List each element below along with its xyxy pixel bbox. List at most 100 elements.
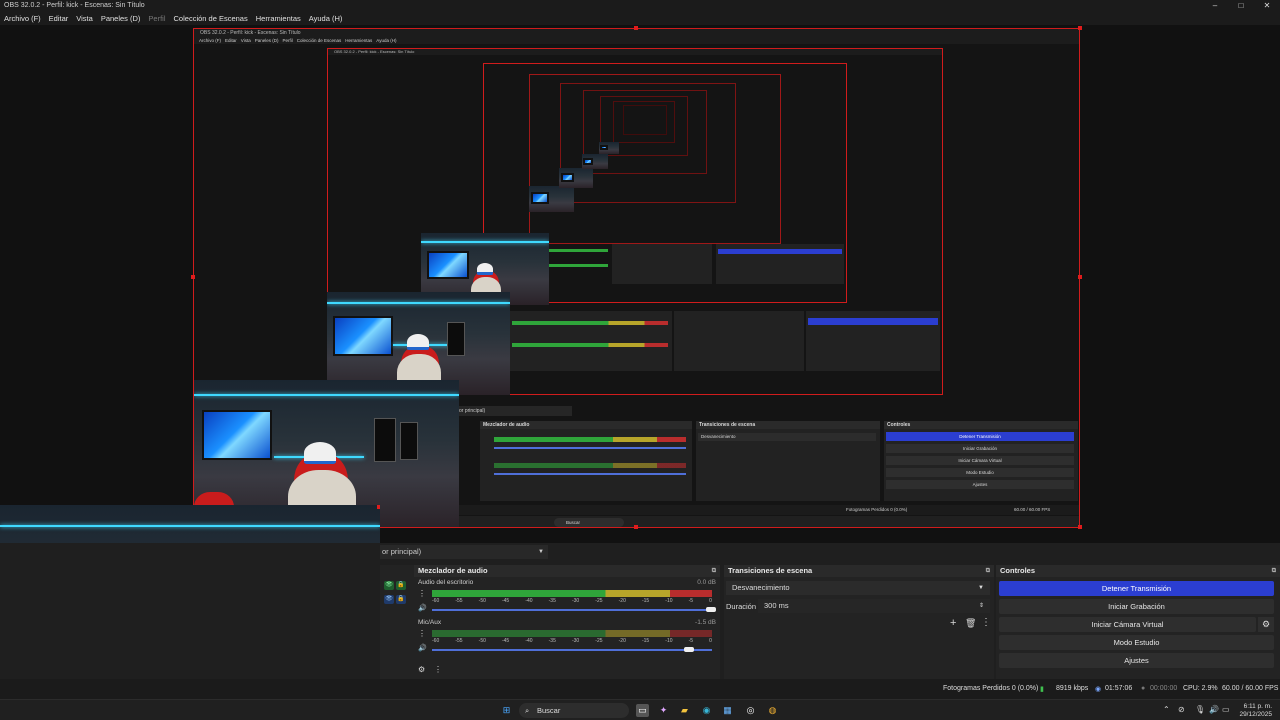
resize-handle[interactable] xyxy=(634,26,638,30)
more-options-icon[interactable]: ⋮ xyxy=(418,629,426,638)
volume-slider[interactable] xyxy=(432,649,712,651)
duration-spinbox[interactable]: 300 ms ⇕ xyxy=(758,599,990,613)
mixer-channel-mic: Mic/Aux -1.5 dB ⋮ -60 -55 -50 -45 -40 -35 -30-… xyxy=(418,619,716,659)
clock-date: 29/12/2025 xyxy=(1239,710,1272,718)
eye-icon[interactable]: 👁 xyxy=(384,581,394,590)
spin-arrows-icon[interactable]: ⇕ xyxy=(979,599,984,613)
meter-tick-label: -35 xyxy=(548,638,556,644)
transition-select[interactable]: Desvanecimiento ▼ xyxy=(726,581,990,595)
channel-name: Audio del escritorio xyxy=(418,579,474,586)
channel-db: 0.0 dB xyxy=(697,579,716,586)
windows-start-icon[interactable]: ⊞ xyxy=(500,704,513,717)
audio-mixer-dock: Mezclador de audio ⧉ Audio del escritori… xyxy=(414,565,720,679)
menu-edit[interactable]: Editar xyxy=(45,14,73,23)
popout-icon[interactable]: ⧉ xyxy=(712,565,716,577)
preview-canvas[interactable]: OBS 32.0.2 - Perfil: kick - Escenas: Sin… xyxy=(0,25,1280,720)
taskbar-search[interactable]: ⌕ Buscar xyxy=(519,703,629,718)
resize-handle[interactable] xyxy=(1078,275,1082,279)
meter-tick-label: -50 xyxy=(478,598,486,604)
meter-tick-label: -20 xyxy=(618,598,626,604)
battery-icon[interactable]: ▭ xyxy=(1222,705,1230,714)
volume-slider[interactable] xyxy=(432,609,712,611)
menu-docks[interactable]: Paneles (D) xyxy=(97,14,145,23)
meter-tick-label: -15 xyxy=(641,638,650,644)
meter-tick-label: -35 xyxy=(548,598,556,604)
bitrate: 8919 kbps xyxy=(1056,685,1089,692)
duration-label: Duración xyxy=(726,602,757,611)
close-button[interactable]: ✕ xyxy=(1254,0,1280,11)
volume-slider-knob[interactable] xyxy=(706,607,716,612)
obs-icon[interactable]: ◎ xyxy=(744,704,757,717)
meter-tick-label: -60 xyxy=(432,598,440,604)
window-title: OBS 32.0.2 - Perfil: kick - Escenas: Sin… xyxy=(4,2,145,9)
copilot-icon[interactable]: ✦ xyxy=(657,704,670,717)
dock-header: Controles ⧉ xyxy=(996,565,1280,577)
meter-tick-label: -25 xyxy=(595,598,603,604)
meter-tick-label: -15 xyxy=(641,598,650,604)
task-view-icon[interactable]: ▭ xyxy=(636,704,649,717)
minimize-button[interactable]: – xyxy=(1202,0,1228,11)
start-recording-button[interactable]: Iniciar Grabación xyxy=(999,599,1274,614)
lock-icon[interactable]: 🔒 xyxy=(396,595,406,604)
mixer-title: Mezclador de audio xyxy=(418,566,488,575)
folder-icon[interactable]: ▰ xyxy=(678,704,691,717)
popout-icon[interactable]: ⧉ xyxy=(1272,565,1276,577)
nested-menu: Archivo (F) Editar Vista Paneles (D) Perfil C… xyxy=(194,37,1079,44)
resize-handle[interactable] xyxy=(191,275,195,279)
resize-handle[interactable] xyxy=(634,525,638,529)
speaker-icon[interactable]: 🔊 xyxy=(1209,705,1219,714)
menu-profile[interactable]: Perfil xyxy=(144,14,169,23)
edge-icon[interactable]: ◉ xyxy=(700,704,713,717)
chevron-down-icon: ▼ xyxy=(978,585,984,591)
clock[interactable]: 6:11 p. m. 29/12/2025 xyxy=(1239,703,1272,718)
scene-transitions-dock: Transiciones de escena ⧉ Desvanecimiento… xyxy=(724,565,994,679)
menu-scene-collection[interactable]: Colección de Escenas xyxy=(170,14,252,23)
nested-controls: Controles Detener Transmisión Iniciar Gr… xyxy=(884,421,1078,501)
chrome-icon[interactable]: ◍ xyxy=(766,704,779,717)
fps: 60.00 / 60.00 FPS xyxy=(1222,685,1279,692)
meter-tick-label: -40 xyxy=(525,598,533,604)
speaker-icon[interactable]: 🔊 xyxy=(418,644,427,652)
nested-capture-1[interactable]: OBS 32.0.2 - Perfil: kick - Escenas: Sin… xyxy=(193,28,1080,528)
dock-header: Transiciones de escena ⧉ xyxy=(724,565,994,577)
more-options-icon[interactable]: ⋮ xyxy=(418,589,426,598)
popout-icon[interactable]: ⧉ xyxy=(986,565,990,577)
chevron-up-icon[interactable]: ⌃ xyxy=(1163,705,1170,714)
start-virtual-camera-button[interactable]: Iniciar Cámara Virtual xyxy=(999,617,1256,632)
meter-tick-label: 0 xyxy=(709,598,712,604)
mixer-menu-icon[interactable]: ⋮ xyxy=(434,665,442,674)
eye-icon[interactable]: 👁 xyxy=(384,595,394,604)
maximize-button[interactable]: □ xyxy=(1228,0,1254,11)
microphone-icon[interactable]: 🎙 xyxy=(1195,705,1205,714)
resize-handle[interactable] xyxy=(1078,26,1082,30)
stop-stream-button[interactable]: Detener Transmisión xyxy=(999,581,1274,596)
add-icon[interactable]: + xyxy=(950,617,956,629)
lock-icon[interactable]: 🔒 xyxy=(396,581,406,590)
clock-time: 6:11 p. m. xyxy=(1243,703,1272,710)
meter-tick-label: -55 xyxy=(455,638,463,644)
gear-icon[interactable]: ⚙ xyxy=(1258,617,1274,632)
menu-file[interactable]: Archivo (F) xyxy=(0,14,45,23)
volume-meter xyxy=(432,630,712,637)
more-options-icon[interactable]: ⋮ xyxy=(981,617,991,628)
menu-tools[interactable]: Herramientas xyxy=(252,14,305,23)
speaker-icon[interactable]: 🔊 xyxy=(418,604,427,612)
meter-tick-label: -10 xyxy=(665,638,673,644)
meter-tick-label: -30 xyxy=(571,598,580,604)
menu-help[interactable]: Ayuda (H) xyxy=(305,14,347,23)
trash-icon[interactable]: 🗑 xyxy=(965,618,976,629)
signal-icon: ▮ xyxy=(1040,686,1044,693)
network-icon[interactable]: ⊘ xyxy=(1178,705,1185,714)
store-icon[interactable]: ▦ xyxy=(721,704,734,717)
volume-slider-knob[interactable] xyxy=(684,647,694,652)
stream-time: 01:57:06 xyxy=(1105,685,1133,692)
meter-tick-label: -45 xyxy=(501,598,510,604)
resize-handle[interactable] xyxy=(1078,525,1082,529)
scene-selector[interactable]: or principal) ▼ xyxy=(380,545,548,559)
settings-button[interactable]: Ajustes xyxy=(999,653,1274,668)
sources-strip: 👁 🔒 👁 🔒 xyxy=(380,565,414,679)
meter-tick-label: -30 xyxy=(571,638,580,644)
mixer-settings-icon[interactable]: ⚙ xyxy=(418,665,425,674)
menu-view[interactable]: Vista xyxy=(72,14,97,23)
studio-mode-button[interactable]: Modo Estudio xyxy=(999,635,1274,650)
